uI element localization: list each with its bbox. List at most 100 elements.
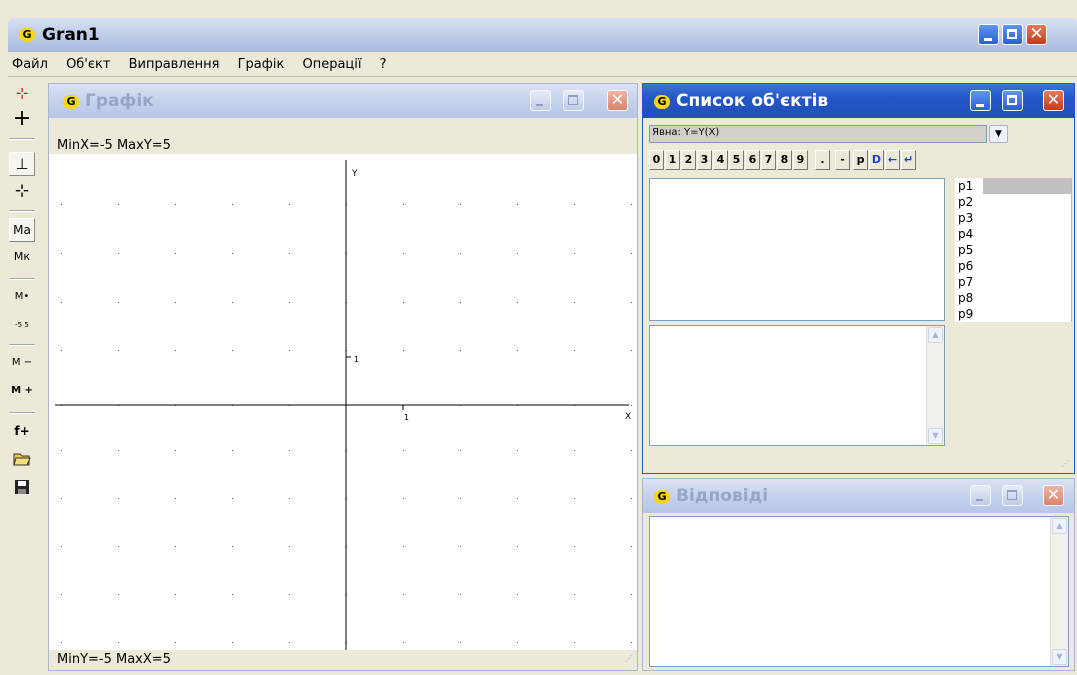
open-icon[interactable] [9, 448, 35, 472]
param-item[interactable]: p2 [955, 194, 1072, 210]
grid-dot [61, 302, 62, 303]
maximize-button[interactable] [1002, 24, 1023, 45]
zoom-in-tool[interactable]: M + [9, 380, 35, 404]
plot-function-tool[interactable]: ⊹ [9, 82, 35, 106]
key-3[interactable]: 3 [697, 150, 712, 170]
menu-edit[interactable]: Виправлення [129, 57, 220, 72]
answers-scrollbar[interactable]: ▲ ▼ [1050, 517, 1068, 666]
grid-dot [574, 642, 575, 643]
scale-auto-tool[interactable]: Ma [9, 218, 35, 242]
grid-dot [631, 498, 632, 499]
key-p[interactable]: p [853, 150, 868, 170]
param-item[interactable]: p5 [955, 242, 1072, 258]
grid-dot [403, 204, 404, 205]
grid-dot [460, 350, 461, 351]
key-d[interactable]: D [869, 150, 884, 170]
grid-dot [118, 253, 119, 254]
grid-dot [61, 642, 62, 643]
objects-maximize-button[interactable] [1002, 90, 1023, 111]
menu-graph[interactable]: Графік [238, 57, 285, 72]
graph-maximize-button[interactable] [563, 90, 584, 111]
scroll-down-icon[interactable]: ▼ [928, 428, 943, 444]
objects-close-button[interactable]: ✕ [1043, 90, 1064, 111]
key-6[interactable]: 6 [745, 150, 760, 170]
save-icon[interactable] [9, 476, 35, 500]
key-5[interactable]: 5 [729, 150, 744, 170]
key-1[interactable]: 1 [665, 150, 680, 170]
grid-dot [289, 253, 290, 254]
grid-dot [574, 302, 575, 303]
grid-dot [460, 302, 461, 303]
scale-coefficient-tool[interactable]: Mк [9, 246, 35, 270]
chevron-down-icon[interactable]: ▼ [989, 125, 1008, 143]
segment-tool[interactable]: ⊥ [9, 152, 35, 176]
zoom-out-tool[interactable]: M − [9, 352, 35, 376]
gran-app-icon: G [654, 490, 670, 504]
grid-dot [517, 546, 518, 547]
grid-dot [460, 450, 461, 451]
graph-plot-area[interactable]: Y X 1 1 [49, 154, 637, 650]
param-item[interactable]: p6 [955, 258, 1072, 274]
params-list: p1 p2 p3 p4 p5 p6 p7 p8 p9 [955, 178, 1073, 350]
objects-list[interactable] [649, 178, 945, 321]
grid-dot [460, 546, 461, 547]
graph-top-status-text: MinX=-5 MaxY=5 [57, 138, 171, 153]
menu-help[interactable]: ? [380, 57, 387, 72]
param-item[interactable]: p8 [955, 290, 1072, 306]
param-item[interactable]: p7 [955, 274, 1072, 290]
key-minus[interactable]: - [835, 150, 850, 170]
add-function-tool[interactable]: f+ [9, 420, 35, 444]
answers-close-button[interactable]: ✕ [1043, 485, 1064, 506]
menu-operations[interactable]: Операції [302, 57, 361, 72]
grid-dot [631, 546, 632, 547]
key-dot[interactable]: . [815, 150, 830, 170]
menu-file[interactable]: Файл [12, 57, 48, 72]
grid-dot [403, 253, 404, 254]
param-item[interactable]: p3 [955, 210, 1072, 226]
param-item[interactable]: p9 [955, 306, 1072, 322]
minimize-button[interactable] [978, 24, 999, 45]
grid-dot [118, 450, 119, 451]
scroll-down-icon[interactable]: ▼ [1052, 649, 1067, 665]
graph-close-button[interactable]: ✕ [607, 90, 628, 111]
grid-dot [574, 350, 575, 351]
menu-object[interactable]: Об'єкт [66, 57, 110, 72]
key-2[interactable]: 2 [681, 150, 696, 170]
key-0[interactable]: 0 [649, 150, 664, 170]
grid-dot [289, 546, 290, 547]
function-type-select[interactable]: Явна: Y=Y(X) [649, 125, 987, 143]
grid-dot [517, 253, 518, 254]
answers-text-area[interactable]: ▲ ▼ [649, 516, 1069, 667]
close-button[interactable]: ✕ [1026, 24, 1047, 45]
resize-grip-icon[interactable]: ⋰ [1061, 459, 1069, 468]
param-item[interactable]: p4 [955, 226, 1072, 242]
polyline-tool[interactable]: ⊹ [9, 180, 35, 204]
grid-dot [118, 594, 119, 595]
backspace-icon[interactable]: ← [885, 150, 900, 170]
scroll-up-icon[interactable]: ▲ [1052, 518, 1067, 534]
resize-grip-icon[interactable]: ⋰ [625, 654, 633, 663]
range-tool[interactable]: -5 5 [9, 314, 35, 338]
enter-icon[interactable]: ↵ [901, 150, 916, 170]
scroll-up-icon[interactable]: ▲ [928, 327, 943, 343]
move-tool[interactable]: M• [9, 286, 35, 310]
objects-text-scrollbar[interactable]: ▲ ▼ [926, 326, 944, 445]
key-7[interactable]: 7 [761, 150, 776, 170]
grid-dot [631, 204, 632, 205]
answers-maximize-button[interactable] [1002, 485, 1023, 506]
objects-minimize-button[interactable] [970, 90, 991, 111]
grid-dot [232, 204, 233, 205]
grid-dot [289, 450, 290, 451]
add-point-tool[interactable]: + [9, 108, 35, 132]
graph-minimize-button[interactable] [530, 90, 551, 111]
grid-dot [61, 546, 62, 547]
param-item[interactable]: p1 [955, 178, 1072, 194]
key-8[interactable]: 8 [777, 150, 792, 170]
answers-minimize-button[interactable] [970, 485, 991, 506]
objects-text-area[interactable]: ▲ ▼ [649, 325, 945, 446]
grid-dot [175, 450, 176, 451]
key-4[interactable]: 4 [713, 150, 728, 170]
grid-dot [631, 642, 632, 643]
grid-dot [175, 594, 176, 595]
key-9[interactable]: 9 [793, 150, 808, 170]
